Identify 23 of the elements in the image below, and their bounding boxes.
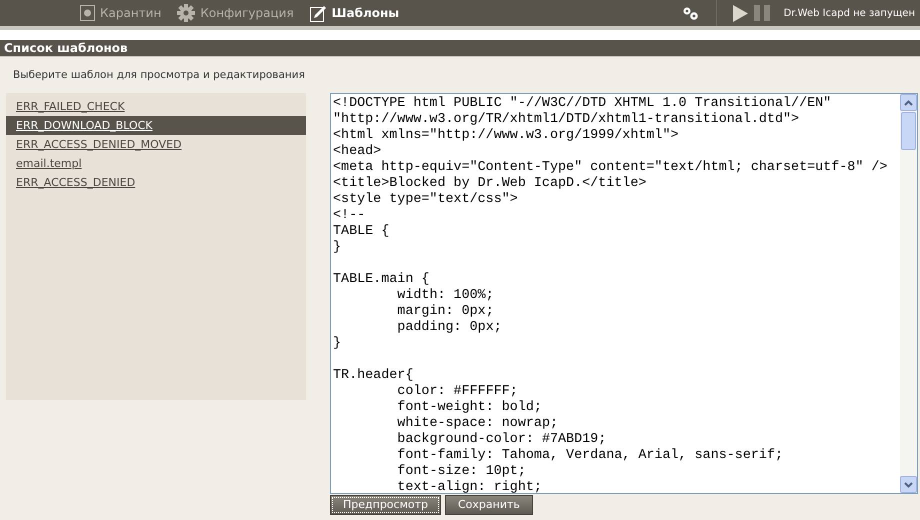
quarantine-icon [80, 5, 95, 21]
code-editor[interactable]: <!DOCTYPE html PUBLIC "-//W3C//DTD XHTML 1.0 Transitional//EN" "http://www.w3.org/TR/xhtml1/DTD/xhtml1-transitional.dtd"> <html xmlns="http://www.w3.org/1999/xhtml"> <head> <meta http-equiv="Content-Type" content="text/html; charset=utf-8" /> <title>Blocked by Dr.Web IcapD.</title> <style type="text/css"> <!-- TABLE { } TABLE.main { width: 100%; margin: 0px; padding: 0px; } TR.header{ color: #FFFFFF; font-weight: bold; white-space: nowrap; background-color: #7ABD19; font-family: Tahoma, Verdana, Arial, sans-serif; font-size: 10pt; text-align: right; [330, 93, 918, 494]
save-button[interactable]: Сохранить [445, 495, 533, 515]
instruction-text: Выберите шаблон для просмотра и редактирования [12, 68, 306, 83]
template-link[interactable]: ERR_FAILED_CHECK [6, 97, 306, 116]
nav-tab[interactable]: Шаблоны [310, 4, 400, 22]
template-link[interactable]: ERR_ACCESS_DENIED [6, 173, 306, 192]
scrollbar[interactable] [900, 94, 917, 493]
service-status: Dr.Web Icapd не запущен [784, 6, 915, 20]
settings-icon[interactable] [682, 6, 699, 20]
preview-button[interactable]: Предпросмотр [330, 495, 441, 515]
nav-tab[interactable]: Конфигурация [177, 4, 294, 22]
template-link[interactable]: email.templ [6, 154, 306, 173]
section-title: Список шаблонов [0, 40, 920, 57]
nav-tab[interactable]: Карантин [80, 4, 162, 22]
template-link[interactable]: ERR_ACCESS_DENIED_MOVED [6, 135, 306, 154]
play-icon[interactable] [732, 4, 748, 22]
scroll-down-icon[interactable] [900, 476, 917, 493]
gear-icon [177, 4, 196, 22]
pencil-icon [310, 4, 327, 22]
scroll-thumb[interactable] [901, 112, 916, 150]
template-link[interactable]: ERR_DOWNLOAD_BLOCK [6, 116, 306, 135]
scroll-up-icon[interactable] [900, 94, 917, 111]
